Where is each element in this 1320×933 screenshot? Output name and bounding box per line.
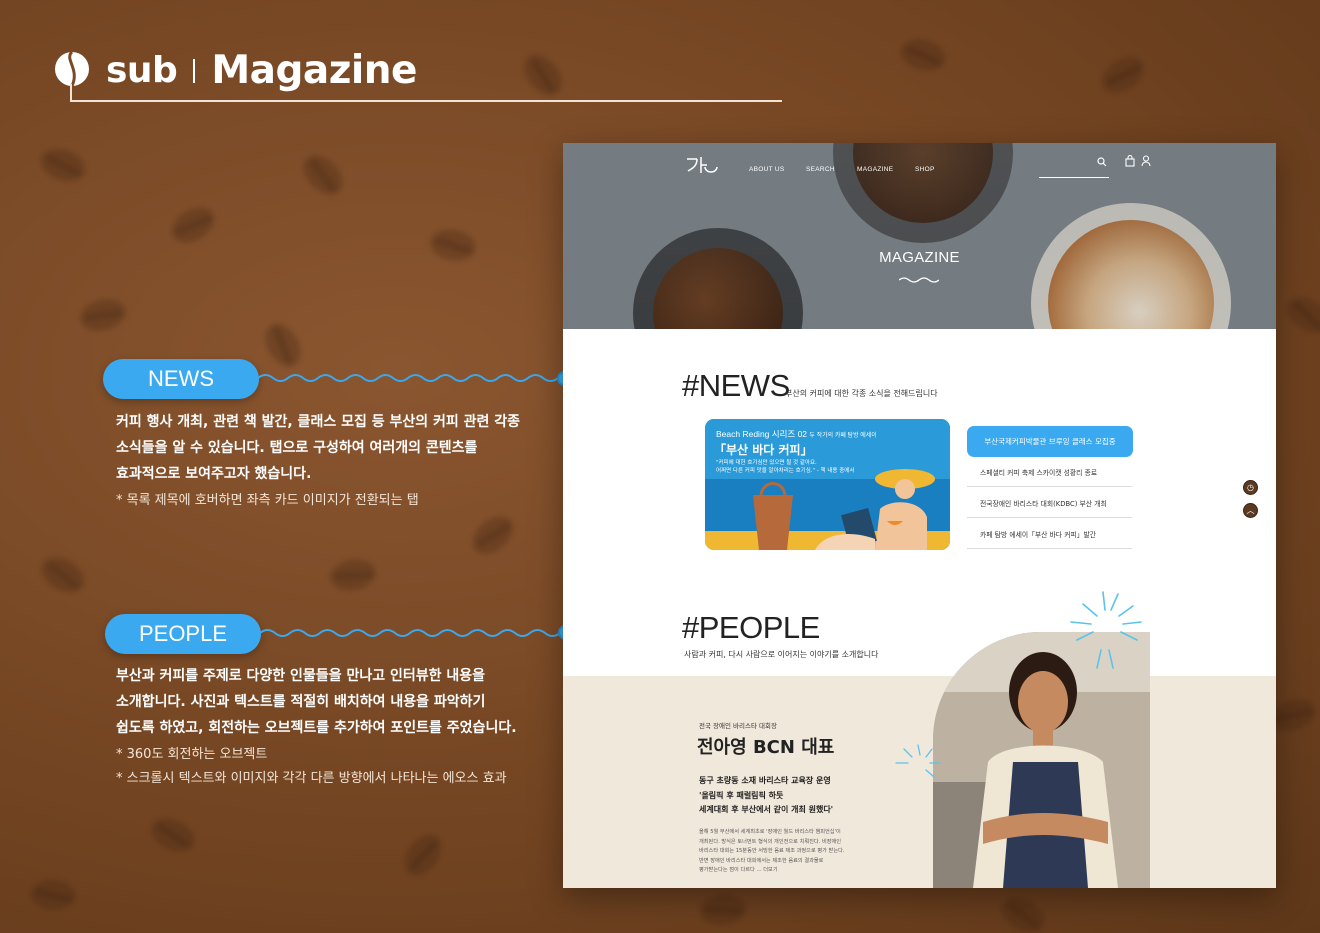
nav-item-search[interactable]: SEARCH <box>806 166 835 173</box>
read-more-link[interactable]: 평가받는다는 점이 다르다 … 더보기 <box>699 866 845 876</box>
search-input[interactable] <box>1039 177 1109 178</box>
people-note-scroll: * 스크롤시 텍스트와 이미지와 각각 다른 방향에서 나타나는 에오스 효과 <box>116 771 507 786</box>
people-body-text: 올해 5월 부산에서 세계최초로 '장애인 월드 바리스타 챔피언십'이 개최된… <box>699 828 845 876</box>
small-sparkle-object <box>895 744 941 778</box>
user-icon[interactable] <box>1141 155 1151 167</box>
news-list-item[interactable]: 전국장애인 바리스타 대회(KDBC) 부산 개최 <box>967 488 1132 518</box>
people-connector-wave <box>260 629 561 637</box>
hero-title: MAGAZINE <box>879 249 960 266</box>
hero-wave-icon <box>899 277 939 283</box>
hero-banner: ABOUT US SEARCH MAGAZINE SHOP MAGAZINE <box>563 143 1276 329</box>
people-heading: #PEOPLE <box>682 610 820 645</box>
news-description: 커피 행사 개최, 관련 책 발간, 클래스 모집 등 부산의 커피 관련 각종… <box>116 414 521 482</box>
nav-item-shop[interactable]: SHOP <box>915 166 935 173</box>
header-underline <box>70 100 782 102</box>
card-title: 「부산 바다 커피」 <box>714 443 813 457</box>
news-feature-card[interactable]: Beach Reding 시리즈 02 두 작가의 카페 탐방 에세이 「부산 … <box>705 419 950 550</box>
header-separator <box>193 58 196 83</box>
rotating-sparkle-object <box>1070 591 1142 669</box>
recent-view-button[interactable]: ◷ <box>1243 480 1258 495</box>
news-list-item[interactable]: 카페 탐방 에세이「부산 바다 커피」발간 <box>967 519 1132 549</box>
people-note-rotation: * 360도 회전하는 오브젝트 <box>116 747 268 762</box>
people-name: 전아영 BCN 대표 <box>697 737 835 758</box>
scroll-top-button[interactable]: ︿ <box>1243 503 1258 518</box>
news-note: * 목록 제목에 호버하면 좌측 카드 이미지가 전환되는 탭 <box>116 493 419 508</box>
news-list-item-active[interactable]: 부산국제커피박물관 브루잉 클래스 모집중 <box>967 426 1133 457</box>
people-description: 부산과 커피를 주제로 다양한 인물들을 만나고 인터뷰한 내용을 소개합니다.… <box>116 668 517 736</box>
header-sub-label: sub <box>106 50 178 91</box>
news-heading: #NEWS <box>682 368 790 403</box>
page-header: sub Magazine <box>50 48 417 93</box>
news-label-pill: NEWS <box>103 359 259 399</box>
card-series: Beach Reding 시리즈 02 두 작가의 카페 탐방 에세이 <box>716 429 877 439</box>
nav-item-about[interactable]: ABOUT US <box>749 166 785 173</box>
news-connector-wave <box>258 374 559 382</box>
header-stem-line <box>70 84 72 101</box>
nav-item-magazine[interactable]: MAGAZINE <box>857 166 893 173</box>
magazine-page-mockup: ABOUT US SEARCH MAGAZINE SHOP MAGAZINE #… <box>563 143 1276 888</box>
cart-icon[interactable] <box>1125 155 1135 167</box>
search-icon[interactable] <box>1097 157 1107 167</box>
news-subtitle: 부산의 커피에 대한 각종 소식을 전해드립니다 <box>785 389 938 398</box>
people-subtitle: 사람과 커피, 다시 사람으로 이어지는 이야기를 소개합니다 <box>684 650 879 659</box>
coffee-bean-logo-icon <box>55 50 89 87</box>
card-quote: "커피에 대한 호기심만 있으면 될 것 같아요. 어쩌면 다른 커피 맛을 알… <box>716 460 855 474</box>
site-nav: ABOUT US SEARCH MAGAZINE SHOP <box>563 153 1276 183</box>
people-quote: 동구 초량동 소재 바리스타 교육장 운영 '올림픽 후 패럴림픽 하듯 세계대… <box>699 776 834 814</box>
news-list-item[interactable]: 스페셜티 커피 축제 스카이캣 성황리 종료 <box>967 457 1132 487</box>
people-label-pill: PEOPLE <box>105 614 261 654</box>
site-logo-icon[interactable] <box>685 153 719 179</box>
page-title: Magazine <box>211 48 417 93</box>
people-small-title: 전국 장애인 바리스타 대회장 <box>699 722 777 730</box>
